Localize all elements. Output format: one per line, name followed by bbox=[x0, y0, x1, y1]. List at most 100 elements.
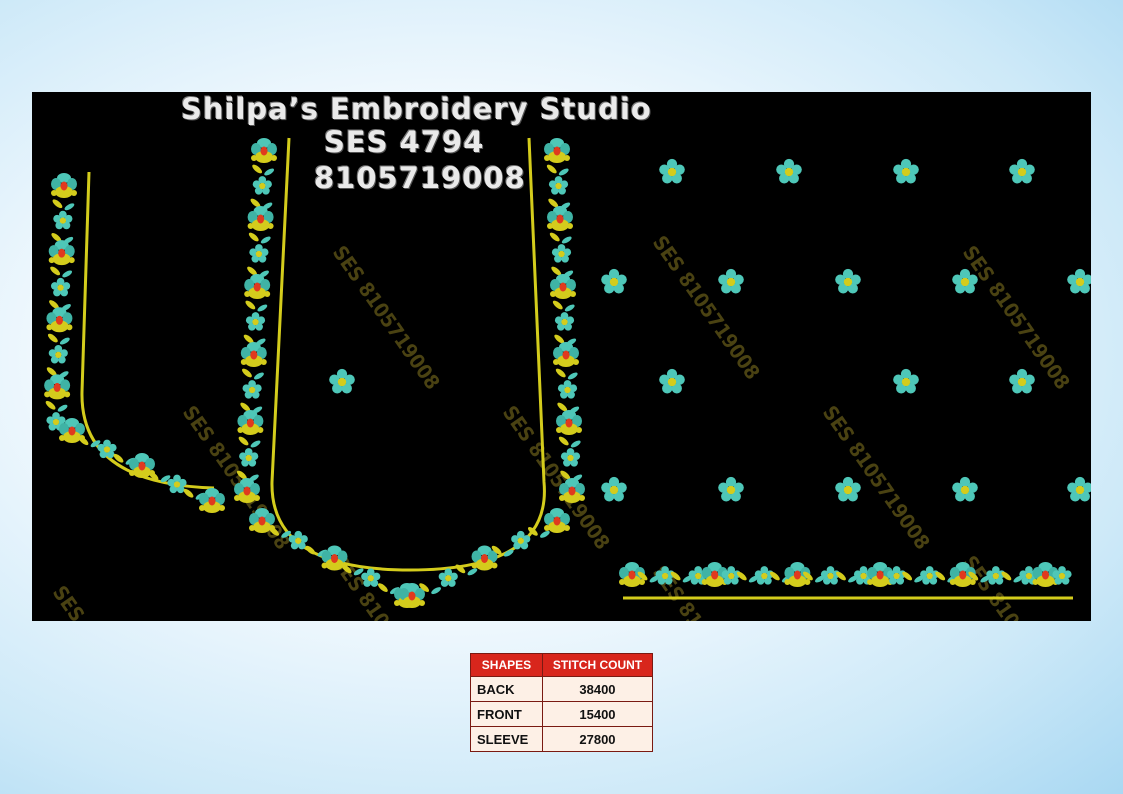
embroidery-leaf bbox=[44, 399, 57, 412]
embroidery-flower bbox=[51, 173, 77, 198]
embroidery-buti bbox=[659, 158, 685, 184]
embroidery-flower bbox=[547, 206, 573, 231]
watermark-text: SES 8105719008 bbox=[958, 551, 1075, 621]
embroidery-leaf bbox=[566, 371, 579, 381]
embroidery-flower bbox=[244, 274, 271, 299]
embroidery-flower bbox=[239, 448, 259, 467]
stitch-count: 15400 bbox=[541, 701, 654, 727]
embroidery-flower bbox=[511, 530, 531, 550]
table-header-row: SHAPES STITCH COUNT bbox=[470, 653, 654, 677]
embroidery-flower bbox=[50, 277, 71, 297]
embroidery-artwork: SES 8105719008 SES 8105719008 SES 81057190… bbox=[44, 137, 1091, 621]
embroidery-buti bbox=[835, 268, 861, 294]
table-row: SLEEVE 27800 bbox=[470, 726, 654, 752]
shape-name: FRONT bbox=[470, 701, 543, 727]
shape-name: SLEEVE bbox=[470, 726, 543, 752]
watermark-text: SES 8105719008 bbox=[818, 401, 935, 554]
embroidery-leaf bbox=[61, 269, 74, 279]
embroidery-leaf bbox=[560, 235, 573, 245]
table-row: BACK 38400 bbox=[470, 676, 654, 702]
embroidery-flower bbox=[556, 410, 582, 435]
studio-name: Shilpa’s Embroidery Studio bbox=[181, 92, 652, 126]
embroidery-flower bbox=[553, 342, 579, 367]
embroidery-leaf bbox=[557, 435, 571, 447]
watermark-text: SES 8105719008 bbox=[648, 231, 765, 384]
embroidery-flower bbox=[252, 176, 272, 195]
embroidery-design-preview: SES 8105719008 SES 8105719008 SES 81057190… bbox=[32, 92, 1091, 621]
embroidery-buti bbox=[601, 268, 627, 294]
embroidery-flower bbox=[551, 244, 572, 263]
embroidery-flower bbox=[48, 345, 68, 364]
embroidery-leaf bbox=[247, 231, 261, 243]
embroidery-leaf bbox=[56, 403, 69, 414]
embroidery-leaf bbox=[563, 303, 576, 313]
embroidery-flower bbox=[560, 448, 581, 467]
embroidery-buti bbox=[659, 368, 685, 394]
embroidery-buti bbox=[329, 368, 355, 394]
embroidery-leaf bbox=[51, 197, 64, 210]
shape-name: BACK bbox=[470, 676, 543, 702]
embroidery-leaf bbox=[63, 201, 76, 212]
embroidery-leaf bbox=[557, 167, 570, 177]
embroidery-flower bbox=[247, 206, 274, 231]
stitch-count: 38400 bbox=[541, 676, 654, 702]
embroidery-buti bbox=[1067, 268, 1091, 294]
embroidery-buti bbox=[1009, 158, 1035, 184]
stitch-count: 27800 bbox=[541, 726, 654, 752]
embroidery-flower bbox=[199, 488, 225, 513]
embroidery-buti bbox=[718, 476, 744, 502]
embroidery-flower bbox=[44, 374, 71, 400]
embroidery-buti bbox=[601, 476, 627, 502]
embroidery-leaf bbox=[548, 231, 562, 243]
embroidery-flower bbox=[361, 568, 381, 587]
embroidery-buti bbox=[893, 368, 919, 394]
embroidery-leaf bbox=[240, 367, 254, 379]
watermark-text: SES 8105719008 bbox=[958, 241, 1075, 394]
embroidery-flower bbox=[237, 410, 264, 435]
column-header-stitch-count: STITCH COUNT bbox=[541, 653, 654, 677]
embroidery-leaf bbox=[466, 567, 479, 577]
embroidery-buti bbox=[952, 476, 978, 502]
embroidery-flower bbox=[548, 176, 569, 195]
embroidery-flower bbox=[240, 342, 267, 367]
watermark-text: SES 8105719008 bbox=[328, 551, 445, 621]
embroidery-buti bbox=[893, 158, 919, 184]
embroidery-leaf bbox=[256, 303, 269, 313]
embroidery-flower bbox=[550, 274, 576, 299]
embroidery-leaf bbox=[252, 371, 265, 381]
embroidery-leaf bbox=[430, 585, 443, 596]
embroidery-flower bbox=[245, 312, 266, 331]
design-code: SES 4794 bbox=[324, 125, 485, 159]
embroidery-leaf bbox=[263, 167, 276, 177]
embroidery-flower bbox=[48, 240, 75, 266]
embroidery-leaf bbox=[237, 435, 250, 447]
embroidery-leaf bbox=[46, 332, 60, 344]
embroidery-buti bbox=[1009, 368, 1035, 394]
embroidery-leaf bbox=[259, 235, 272, 245]
embroidery-buti bbox=[835, 476, 861, 502]
embroidery-flower bbox=[557, 380, 578, 399]
embroidery-leaf bbox=[569, 439, 582, 449]
embroidery-leaf bbox=[554, 367, 568, 379]
embroidery-leaf bbox=[376, 581, 390, 594]
embroidery-leaf bbox=[249, 439, 262, 449]
embroidery-buti bbox=[1067, 476, 1091, 502]
embroidery-leaf bbox=[250, 163, 264, 175]
table-row: FRONT 15400 bbox=[470, 701, 654, 727]
embroidery-leaf bbox=[538, 529, 551, 540]
embroidery-leaf bbox=[244, 299, 257, 311]
embroidery-leaf bbox=[58, 336, 71, 346]
embroidery-buti bbox=[718, 268, 744, 294]
embroidery-flower bbox=[554, 312, 575, 331]
embroidery-flower bbox=[46, 307, 73, 333]
embroidery-flower bbox=[242, 380, 262, 399]
embroidery-flower bbox=[544, 138, 570, 163]
embroidery-flower bbox=[251, 138, 277, 163]
embroidery-flower bbox=[438, 568, 458, 587]
embroidery-leaf bbox=[545, 163, 559, 175]
embroidery-leaf bbox=[48, 265, 62, 277]
column-header-shapes: SHAPES bbox=[470, 653, 543, 677]
embroidery-flower bbox=[53, 210, 73, 230]
watermark-text: SES 8105719008 bbox=[48, 581, 165, 621]
embroidery-buti bbox=[776, 158, 802, 184]
